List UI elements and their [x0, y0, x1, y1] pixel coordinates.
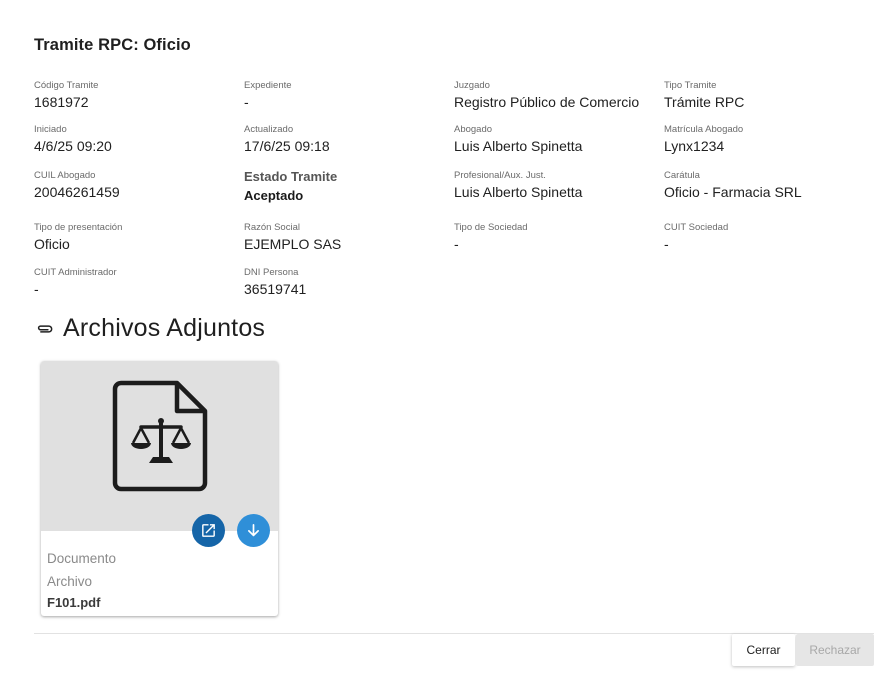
field-label: Código Tramite [34, 80, 99, 91]
open-in-new-icon [202, 524, 215, 537]
attachment-subtype: Archivo [47, 574, 93, 589]
field-value: - [34, 281, 39, 297]
field-cuit-administrador: CUIT Administrador - [34, 267, 239, 298]
status-value: Aceptado [244, 188, 304, 203]
field-value: Registro Público de Comercio [454, 94, 640, 110]
field-tipo-presentacion: Tipo de presentación Oficio [34, 222, 239, 253]
attachments-heading: Archivos Adjuntos [35, 314, 265, 343]
page-title: Tramite RPC: Oficio [34, 36, 191, 54]
field-value: 20046261459 [34, 184, 120, 200]
field-label: Actualizado [244, 124, 294, 135]
paperclip-icon [35, 319, 55, 339]
download-button[interactable] [237, 514, 270, 547]
field-label: Razón Social [244, 222, 300, 233]
field-value: Oficio [34, 236, 70, 252]
field-value: Luis Alberto Spinetta [454, 138, 583, 154]
field-value: Trámite RPC [664, 94, 745, 110]
field-tipo-sociedad: Tipo de Sociedad - [454, 222, 659, 253]
arrow-down-icon [248, 523, 259, 537]
field-expediente: Expediente - [244, 80, 449, 111]
field-value: 4/6/25 09:20 [34, 138, 112, 154]
field-matricula-abogado: Matrícula Abogado Lynx1234 [664, 124, 869, 155]
open-external-button[interactable] [192, 514, 225, 547]
field-estado-tramite: Estado Tramite Aceptado [244, 169, 449, 205]
field-label: Carátula [664, 170, 700, 181]
field-actualizado: Actualizado 17/6/25 09:18 [244, 124, 449, 155]
field-label: Estado Tramite [244, 169, 338, 184]
legal-document-icon [112, 380, 208, 492]
field-label: Iniciado [34, 124, 67, 135]
attachment-meta: Documento Archivo F101.pdf [47, 547, 116, 612]
attachment-card[interactable]: Documento Archivo F101.pdf [41, 361, 278, 616]
close-button[interactable]: Cerrar [732, 634, 795, 666]
field-abogado: Abogado Luis Alberto Spinetta [454, 124, 659, 155]
field-value: 36519741 [244, 281, 307, 297]
field-profesional: Profesional/Aux. Just. Luis Alberto Spin… [454, 170, 659, 201]
attachment-filename: F101.pdf [47, 595, 101, 610]
field-value: - [454, 236, 459, 252]
field-juzgado: Juzgado Registro Público de Comercio [454, 80, 659, 111]
attachment-thumbnail[interactable] [41, 361, 278, 531]
field-label: CUIL Abogado [34, 170, 96, 181]
field-cuil-abogado: CUIL Abogado 20046261459 [34, 170, 239, 201]
field-value: - [244, 94, 249, 110]
field-value: Luis Alberto Spinetta [454, 184, 583, 200]
field-value: 1681972 [34, 94, 89, 110]
field-label: Abogado [454, 124, 493, 135]
reject-button[interactable]: Rechazar [796, 634, 874, 666]
field-tipo-tramite: Tipo Tramite Trámite RPC [664, 80, 869, 111]
attachment-type: Documento [47, 551, 117, 566]
field-iniciado: Iniciado 4/6/25 09:20 [34, 124, 239, 155]
field-value: - [664, 236, 669, 252]
field-label: Tipo de Sociedad [454, 222, 528, 233]
field-value: 17/6/25 09:18 [244, 138, 330, 154]
field-label: Expediente [244, 80, 292, 91]
field-label: Matrícula Abogado [664, 124, 744, 135]
field-label: CUIT Sociedad [664, 222, 729, 233]
field-codigo-tramite: Código Tramite 1681972 [34, 80, 239, 111]
attachments-title: Archivos Adjuntos [63, 314, 266, 342]
field-razon-social: Razón Social EJEMPLO SAS [244, 222, 449, 253]
field-cuit-sociedad: CUIT Sociedad - [664, 222, 869, 253]
field-label: Tipo de presentación [34, 222, 123, 233]
field-label: Juzgado [454, 80, 490, 91]
field-value: Lynx1234 [664, 138, 725, 154]
field-label: Tipo Tramite [664, 80, 717, 91]
field-label: CUIT Administrador [34, 267, 117, 278]
field-value: EJEMPLO SAS [244, 236, 342, 252]
field-label: DNI Persona [244, 267, 299, 278]
field-caratula: Carátula Oficio - Farmacia SRL [664, 170, 869, 201]
field-value: Oficio - Farmacia SRL [664, 184, 802, 200]
field-dni-persona: DNI Persona 36519741 [244, 267, 449, 298]
field-label: Profesional/Aux. Just. [454, 170, 546, 181]
